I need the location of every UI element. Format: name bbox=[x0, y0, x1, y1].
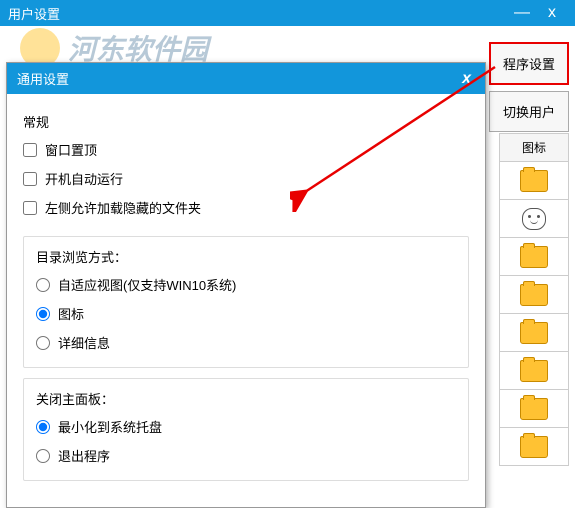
checkbox-window-top[interactable] bbox=[23, 143, 37, 157]
settings-dialog: 通用设置 x 常规 窗口置顶 开机自动运行 左侧允许加载隐藏的文件夹 目录浏览方… bbox=[6, 62, 486, 508]
close-panel-group: 关闭主面板： 最小化到系统托盘 退出程序 bbox=[23, 378, 469, 481]
dialog-close-button[interactable]: x bbox=[458, 70, 475, 88]
option-minimize-tray[interactable]: 最小化到系统托盘 bbox=[36, 412, 456, 441]
folder-icon bbox=[520, 322, 548, 344]
table-row[interactable] bbox=[499, 352, 569, 390]
table-row[interactable] bbox=[499, 238, 569, 276]
radio-exit-program[interactable] bbox=[36, 449, 50, 463]
checkbox-load-hidden[interactable] bbox=[23, 201, 37, 215]
section-general-label: 常规 bbox=[23, 112, 469, 131]
table-row[interactable] bbox=[499, 390, 569, 428]
dialog-title-bar: 通用设置 x bbox=[7, 63, 485, 94]
table-row[interactable] bbox=[499, 276, 569, 314]
dialog-body: 常规 窗口置顶 开机自动运行 左侧允许加载隐藏的文件夹 目录浏览方式： 自适应视… bbox=[7, 94, 485, 507]
folder-icon bbox=[520, 398, 548, 420]
smiley-icon bbox=[522, 208, 546, 230]
section-browse-label: 目录浏览方式： bbox=[36, 247, 456, 266]
outer-title-bar: 用户设置 — x bbox=[0, 0, 575, 26]
radio-detail-view[interactable] bbox=[36, 336, 50, 350]
option-adaptive-view[interactable]: 自适应视图(仅支持WIN10系统) bbox=[36, 270, 456, 299]
folder-icon bbox=[520, 436, 548, 458]
table-row[interactable] bbox=[499, 314, 569, 352]
table-row[interactable] bbox=[499, 200, 569, 238]
icon-column: 图标 bbox=[499, 133, 569, 466]
section-close-label: 关闭主面板： bbox=[36, 389, 456, 408]
option-detail-view[interactable]: 详细信息 bbox=[36, 328, 456, 357]
option-load-hidden[interactable]: 左侧允许加载隐藏的文件夹 bbox=[23, 193, 469, 222]
general-group: 窗口置顶 开机自动运行 左侧允许加载隐藏的文件夹 bbox=[23, 135, 469, 226]
table-row[interactable] bbox=[499, 428, 569, 466]
checkbox-autostart[interactable] bbox=[23, 172, 37, 186]
folder-icon bbox=[520, 170, 548, 192]
close-button[interactable]: x bbox=[537, 4, 567, 22]
option-exit-program[interactable]: 退出程序 bbox=[36, 441, 456, 470]
minimize-button[interactable]: — bbox=[507, 4, 537, 22]
right-panel: 程序设置 切换用户 bbox=[489, 42, 569, 132]
folder-icon bbox=[520, 246, 548, 268]
program-settings-button[interactable]: 程序设置 bbox=[489, 42, 569, 85]
table-row[interactable] bbox=[499, 162, 569, 200]
switch-user-button[interactable]: 切换用户 bbox=[489, 91, 569, 132]
folder-icon bbox=[520, 360, 548, 382]
outer-window-title: 用户设置 bbox=[8, 4, 60, 23]
option-autostart[interactable]: 开机自动运行 bbox=[23, 164, 469, 193]
option-window-top[interactable]: 窗口置顶 bbox=[23, 135, 469, 164]
icon-column-header: 图标 bbox=[499, 133, 569, 162]
radio-icon-view[interactable] bbox=[36, 307, 50, 321]
option-icon-view[interactable]: 图标 bbox=[36, 299, 456, 328]
browse-mode-group: 目录浏览方式： 自适应视图(仅支持WIN10系统) 图标 详细信息 bbox=[23, 236, 469, 368]
radio-adaptive-view[interactable] bbox=[36, 278, 50, 292]
radio-minimize-tray[interactable] bbox=[36, 420, 50, 434]
dialog-title: 通用设置 bbox=[17, 69, 69, 88]
folder-icon bbox=[520, 284, 548, 306]
